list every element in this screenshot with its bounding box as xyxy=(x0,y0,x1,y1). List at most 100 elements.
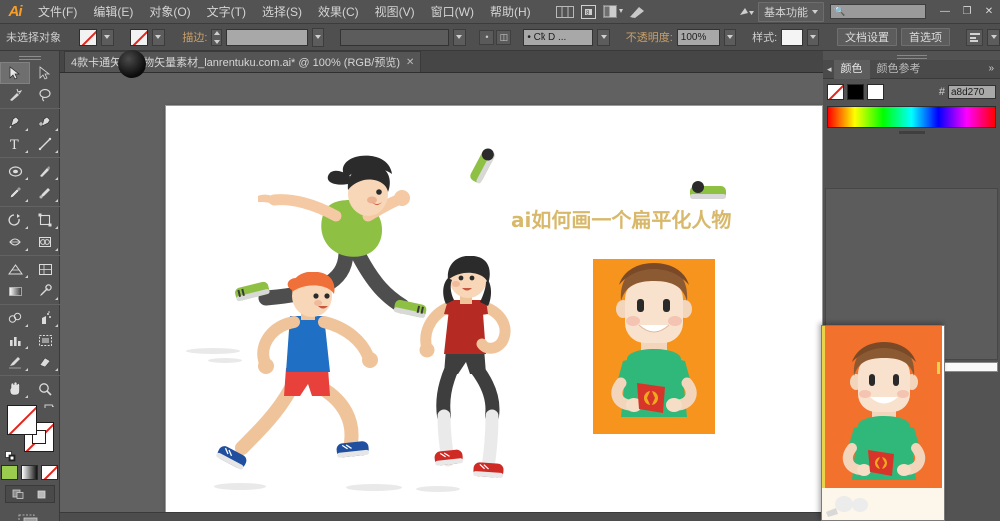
color-spectrum-handle[interactable] xyxy=(827,128,996,136)
workspace-extra-icon[interactable] xyxy=(735,3,757,21)
opacity-field[interactable]: 100% xyxy=(676,28,720,46)
floating-green-shoe[interactable] xyxy=(464,144,504,188)
magic-wand-tool[interactable] xyxy=(0,84,30,106)
brush-definition-field[interactable]: • Cҟ D ... xyxy=(523,28,594,46)
paintbrush-tool[interactable] xyxy=(30,160,60,182)
stroke-profile-field[interactable] xyxy=(340,28,449,46)
default-fill-stroke-icon[interactable] xyxy=(5,449,16,462)
slice-tool[interactable] xyxy=(0,351,30,373)
pen-tool[interactable] xyxy=(0,111,30,133)
artwork-preview-window[interactable] xyxy=(821,325,945,521)
menu-view[interactable]: 视图(V) xyxy=(367,0,423,24)
black-swatch[interactable] xyxy=(847,84,864,100)
symbol-sprayer-tool[interactable] xyxy=(30,307,60,329)
perspective-grid-tool[interactable] xyxy=(0,258,30,280)
rotate-tool[interactable] xyxy=(0,209,30,231)
brush-definition-dropdown[interactable] xyxy=(597,28,610,46)
mesh-tool[interactable] xyxy=(30,258,60,280)
column-graph-tool[interactable] xyxy=(0,329,30,351)
ellipse-tool[interactable] xyxy=(0,160,30,182)
panel-expand-icon[interactable]: » xyxy=(988,63,994,74)
pencil-tool[interactable] xyxy=(0,182,30,204)
blob-brush-tool[interactable] xyxy=(30,182,60,204)
opacity-dropdown[interactable] xyxy=(723,28,737,46)
hand-tool[interactable] xyxy=(0,378,30,400)
window-close-button[interactable]: ✕ xyxy=(978,4,1000,20)
none-swatch[interactable] xyxy=(827,84,844,100)
eyedropper-tool[interactable] xyxy=(30,280,60,302)
document-setup-button[interactable]: 文档设置 xyxy=(837,28,898,46)
line-segment-tool[interactable] xyxy=(30,133,60,155)
graphic-style-swatch[interactable] xyxy=(781,28,803,46)
menu-object[interactable]: 对象(O) xyxy=(141,0,198,24)
stroke-weight-field[interactable] xyxy=(226,28,308,46)
color-spectrum-bar[interactable] xyxy=(827,106,996,128)
stroke-color-swatch[interactable] xyxy=(129,28,149,46)
draw-behind-button[interactable] xyxy=(30,486,54,502)
color-mode-button[interactable] xyxy=(1,465,18,480)
swap-fill-stroke-icon[interactable] xyxy=(43,403,55,415)
tab-color[interactable]: 颜色 xyxy=(833,59,870,79)
orange-portrait-card[interactable] xyxy=(593,259,715,434)
tools-panel-grip[interactable] xyxy=(0,51,59,62)
document-layout-icon[interactable] xyxy=(602,3,624,21)
search-input[interactable]: 🔍 xyxy=(830,4,926,19)
document-canvas[interactable]: ai如何画一个扁平化人物 xyxy=(60,73,823,521)
stroke-weight-stepper[interactable] xyxy=(211,28,223,46)
zoom-tool[interactable] xyxy=(30,378,60,400)
menu-type[interactable]: 文字(T) xyxy=(199,0,254,24)
menu-file[interactable]: 文件(F) xyxy=(30,0,85,24)
menu-help[interactable]: 帮助(H) xyxy=(482,0,539,24)
type-tool[interactable]: T xyxy=(0,133,30,155)
brush-definition-dot-icon[interactable]: • xyxy=(479,29,495,45)
direct-selection-tool[interactable] xyxy=(30,62,60,84)
close-icon[interactable]: ✕ xyxy=(406,57,414,68)
stroke-weight-dropdown[interactable] xyxy=(311,27,325,47)
stroke-color-dropdown[interactable] xyxy=(152,28,165,46)
selection-status-label: 未选择对象 xyxy=(6,32,61,44)
gradient-tool[interactable] xyxy=(0,280,30,302)
preferences-button[interactable]: 首选项 xyxy=(901,28,951,46)
change-screen-mode-button[interactable] xyxy=(18,512,42,521)
opacity-mask-icon[interactable]: ◫ xyxy=(496,29,512,45)
fill-color-dropdown[interactable] xyxy=(101,28,114,46)
stock-brush-icon[interactable] xyxy=(626,3,648,21)
red-top-runner[interactable] xyxy=(398,256,538,496)
width-tool[interactable] xyxy=(0,231,30,253)
artboard-tool[interactable] xyxy=(30,329,60,351)
menu-effect[interactable]: 效果(C) xyxy=(310,0,367,24)
arrange-documents-icon[interactable] xyxy=(554,3,576,21)
fill-color-swatch[interactable] xyxy=(78,28,98,46)
eraser-tool[interactable] xyxy=(30,351,60,373)
blend-tool[interactable] xyxy=(0,307,30,329)
flat-portrait-character[interactable] xyxy=(593,259,715,434)
floating-green-shoe-2[interactable] xyxy=(686,178,734,206)
preview-flat-character xyxy=(842,342,926,480)
menu-window[interactable]: 窗口(W) xyxy=(423,0,482,24)
canvas-bottom-scrollbar[interactable] xyxy=(60,512,823,521)
align-dropdown[interactable] xyxy=(987,28,1000,46)
shape-builder-tool[interactable] xyxy=(30,231,60,253)
window-maximize-button[interactable]: ❐ xyxy=(956,4,978,20)
add-anchor-point-tool[interactable] xyxy=(30,111,60,133)
none-mode-button[interactable] xyxy=(41,465,58,480)
scale-tool[interactable] xyxy=(30,209,60,231)
selection-tool[interactable] xyxy=(0,62,30,84)
gradient-mode-button[interactable] xyxy=(21,465,38,480)
graphic-style-dropdown[interactable] xyxy=(806,28,820,46)
white-swatch[interactable] xyxy=(867,84,884,100)
hex-input[interactable]: a8d270 xyxy=(948,85,996,99)
bridge-icon[interactable]: 8 xyxy=(578,3,600,21)
draw-normal-button[interactable] xyxy=(6,486,30,502)
lasso-tool[interactable] xyxy=(30,84,60,106)
align-icon[interactable] xyxy=(965,28,984,46)
workspace-switcher[interactable]: 基本功能 xyxy=(758,1,824,22)
menu-edit[interactable]: 编辑(E) xyxy=(85,0,141,24)
fill-swatch-none[interactable] xyxy=(7,405,37,435)
window-minimize-button[interactable]: — xyxy=(934,4,956,20)
menu-select[interactable]: 选择(S) xyxy=(254,0,310,24)
tab-color-guide[interactable]: 颜色参考 xyxy=(870,60,928,79)
stroke-profile-dropdown[interactable] xyxy=(452,28,466,46)
blue-tank-runner[interactable] xyxy=(208,272,398,492)
artboard[interactable]: ai如何画一个扁平化人物 xyxy=(165,105,823,521)
